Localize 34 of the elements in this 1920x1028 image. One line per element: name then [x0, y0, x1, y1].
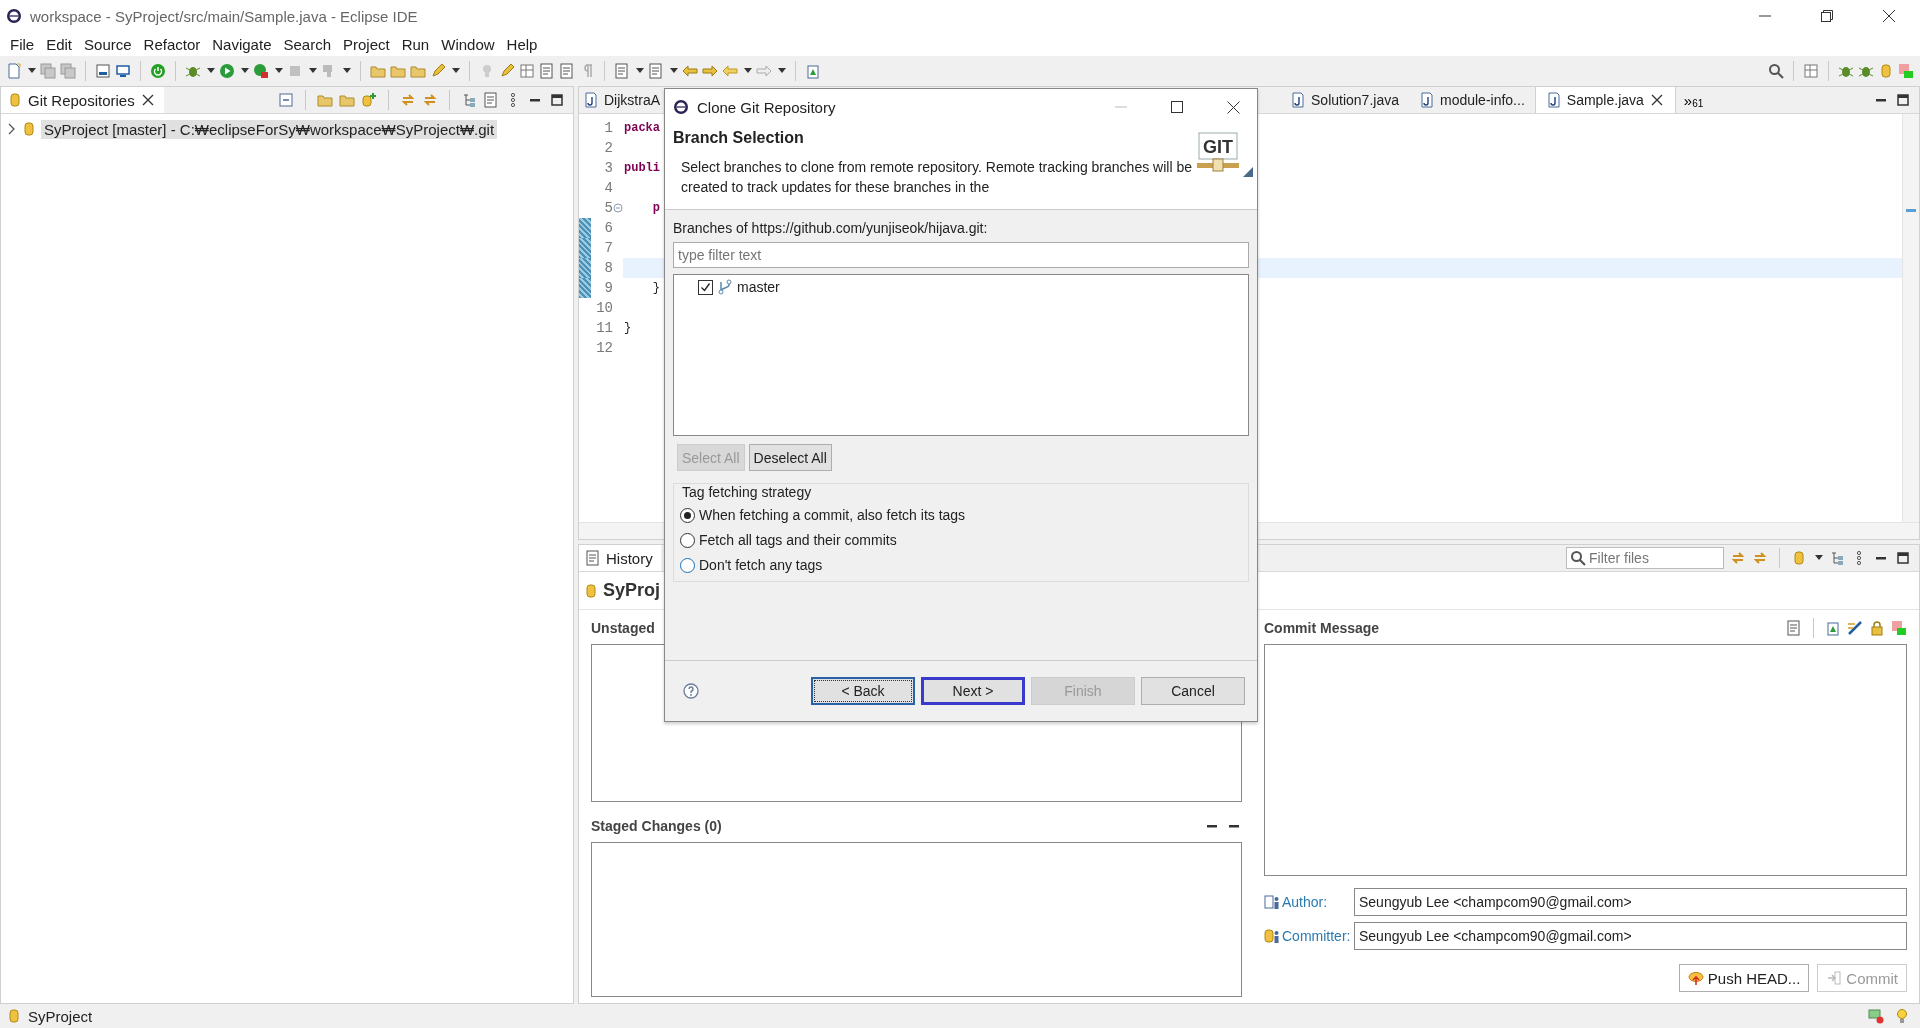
repository-title: SyProj: [603, 580, 661, 601]
code-text: publi: [624, 161, 660, 175]
section-title: Staged Changes (0): [591, 817, 722, 836]
section-title: Unstaged: [591, 619, 656, 638]
section-title: Commit Message: [1264, 619, 1380, 638]
dialog-title: Clone Git Repository: [697, 98, 837, 116]
line-number: 4: [603, 180, 613, 196]
line-number: 7: [603, 240, 613, 256]
git-logo: GIT: [1195, 129, 1255, 189]
code-text: }: [624, 321, 632, 335]
line-number: 1: [603, 120, 613, 136]
page-heading: Branch Selection: [673, 129, 805, 147]
code-text: }: [651, 281, 660, 295]
code-text: packa: [624, 121, 660, 135]
code-text: p: [651, 201, 660, 215]
line-number: 10: [595, 300, 613, 316]
line-number: 8: [603, 260, 613, 276]
group-title: Tag fetching strategy: [680, 484, 814, 500]
branch-name: master: [737, 279, 780, 295]
tab-label: Git Repositories: [28, 91, 135, 109]
field-label: Author:: [1282, 894, 1328, 910]
status-text: SyProject: [28, 1007, 93, 1025]
field-label: Committer:: [1282, 928, 1351, 944]
line-number: 11: [595, 320, 613, 336]
window-title: workspace - SyProject/src/main/Sample.java - Eclipse IDE: [30, 7, 419, 25]
line-number: 6: [603, 220, 613, 236]
line-number: 5: [603, 200, 613, 216]
line-number: 12: [595, 340, 613, 356]
line-number: 2: [603, 140, 613, 156]
branches-label: Branches of https://github.com/yunjiseok/hijava.git:: [673, 220, 989, 236]
page-description: Select branches to clone from remote repository. Remote tracking branches will be created to track updates for these branches in the: [681, 158, 1193, 197]
line-number: 3: [603, 160, 613, 176]
tab-label: History: [606, 549, 653, 567]
line-number: 9: [603, 280, 613, 296]
